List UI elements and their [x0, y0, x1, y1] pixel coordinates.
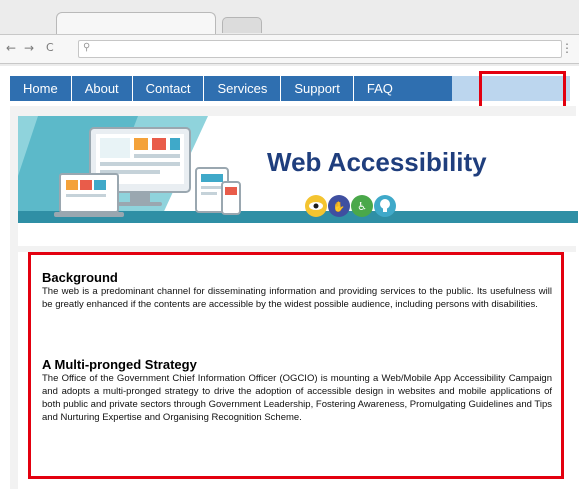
- nav-item-support[interactable]: Support: [280, 76, 353, 101]
- browser-chrome: ← → C ⚲ ⋮: [0, 0, 579, 66]
- reload-icon[interactable]: C: [46, 41, 54, 54]
- nav-item-home[interactable]: Home: [10, 76, 71, 101]
- nav-item-services[interactable]: Services: [203, 76, 280, 101]
- hero-banner: ✋ ♿ Web Accessibility: [18, 116, 578, 246]
- new-tab-button[interactable]: [222, 17, 262, 33]
- browser-toolbar: ← → C ⚲ ⋮: [0, 34, 579, 64]
- nav-item-about[interactable]: About: [70, 76, 132, 101]
- nav-item-faq[interactable]: FAQ: [352, 76, 406, 101]
- svg-text:♿: ♿: [357, 200, 367, 213]
- address-bar[interactable]: ⚲: [78, 40, 562, 58]
- banner-illustration: ✋ ♿: [18, 116, 578, 246]
- sign-language-icon: ✋: [328, 195, 350, 217]
- forward-icon[interactable]: →: [24, 41, 34, 55]
- laptop-icon: [54, 173, 124, 217]
- background-section: Background The web is a predominant chan…: [42, 270, 552, 311]
- banner-title: Web Accessibility: [267, 147, 487, 177]
- back-icon[interactable]: ←: [6, 41, 16, 55]
- strategy-section: A Multi-pronged Strategy The Office of t…: [42, 357, 552, 424]
- cognitive-icon: [374, 195, 396, 217]
- tab-strip: [0, 0, 579, 36]
- section-text: The Office of the Government Chief Infor…: [42, 373, 552, 423]
- browser-menu-icon[interactable]: ⋮: [561, 41, 573, 55]
- search-icon: ⚲: [83, 42, 91, 53]
- wheelchair-icon: ♿: [351, 195, 373, 217]
- main-nav: Home About Contact Services Support FAQ: [10, 76, 452, 101]
- highlight-box-nav: [479, 71, 566, 109]
- svg-text:✋: ✋: [333, 200, 345, 213]
- section-heading: A Multi-pronged Strategy: [42, 357, 197, 372]
- nav-item-contact[interactable]: Contact: [131, 76, 204, 101]
- browser-tab-active[interactable]: [56, 12, 216, 36]
- section-text: The web is a predominant channel for dis…: [42, 286, 552, 310]
- section-heading: Background: [42, 270, 118, 285]
- eye-icon: [305, 195, 327, 217]
- phone-icon: [221, 181, 241, 215]
